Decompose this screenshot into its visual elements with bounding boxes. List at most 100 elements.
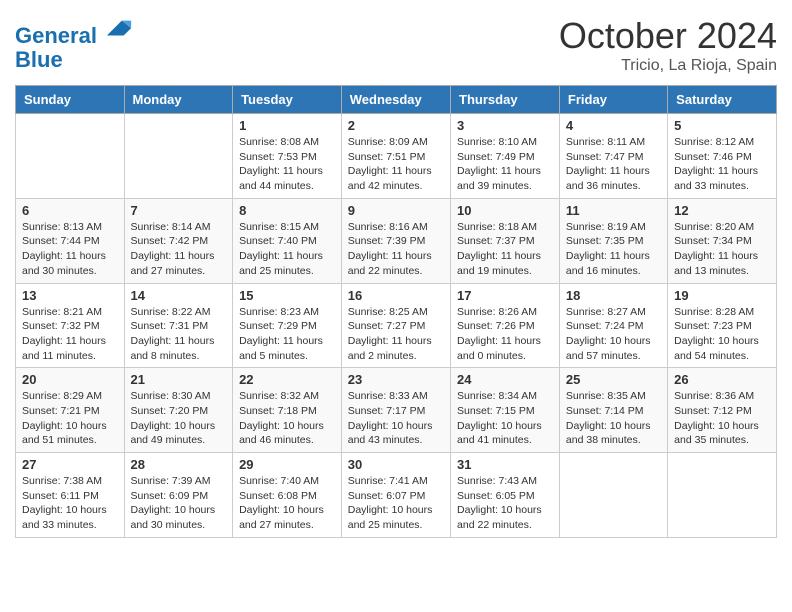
calendar-cell: 21 Sunrise: 8:30 AM Sunset: 7:20 PM Dayli… [124,368,233,453]
calendar-cell: 3 Sunrise: 8:10 AM Sunset: 7:49 PM Daylig… [451,114,560,199]
day-number: 19 [674,288,770,303]
day-info: Sunrise: 8:32 AM Sunset: 7:18 PM Dayligh… [239,389,335,448]
day-number: 1 [239,118,335,133]
day-info: Sunrise: 8:10 AM Sunset: 7:49 PM Dayligh… [457,135,553,194]
calendar-cell: 7 Sunrise: 8:14 AM Sunset: 7:42 PM Daylig… [124,198,233,283]
calendar-cell: 8 Sunrise: 8:15 AM Sunset: 7:40 PM Daylig… [233,198,342,283]
day-info: Sunrise: 8:18 AM Sunset: 7:37 PM Dayligh… [457,220,553,279]
calendar-cell: 30 Sunrise: 7:41 AM Sunset: 6:07 PM Dayli… [341,453,450,538]
day-number: 9 [348,203,444,218]
weekday-friday: Friday [559,86,667,114]
day-number: 7 [131,203,227,218]
day-number: 10 [457,203,553,218]
calendar-week-4: 27 Sunrise: 7:38 AM Sunset: 6:11 PM Dayli… [16,453,777,538]
logo-icon [105,15,133,43]
day-info: Sunrise: 8:09 AM Sunset: 7:51 PM Dayligh… [348,135,444,194]
logo-blue: Blue [15,47,63,72]
calendar-cell: 6Sunrise: 8:13 AM Sunset: 7:44 PM Daylig… [16,198,125,283]
day-number: 30 [348,457,444,472]
calendar-cell: 13 Sunrise: 8:21 AM Sunset: 7:32 PM Dayli… [16,283,125,368]
day-info: Sunrise: 8:33 AM Sunset: 7:17 PM Dayligh… [348,389,444,448]
day-info: Sunrise: 7:40 AM Sunset: 6:08 PM Dayligh… [239,474,335,533]
day-info: Sunrise: 8:27 AM Sunset: 7:24 PM Dayligh… [566,305,661,364]
calendar-cell: 18Sunrise: 8:27 AM Sunset: 7:24 PM Dayli… [559,283,667,368]
calendar-week-2: 13 Sunrise: 8:21 AM Sunset: 7:32 PM Dayli… [16,283,777,368]
calendar-week-0: 1 Sunrise: 8:08 AM Sunset: 7:53 PM Daylig… [16,114,777,199]
day-info: Sunrise: 8:30 AM Sunset: 7:20 PM Dayligh… [131,389,227,448]
day-number: 12 [674,203,770,218]
day-number: 13 [22,288,118,303]
day-info: Sunrise: 8:28 AM Sunset: 7:23 PM Dayligh… [674,305,770,364]
calendar-cell: 27 Sunrise: 7:38 AM Sunset: 6:11 PM Dayli… [16,453,125,538]
day-number: 17 [457,288,553,303]
day-info: Sunrise: 8:21 AM Sunset: 7:32 PM Dayligh… [22,305,118,364]
day-number: 31 [457,457,553,472]
calendar-cell: 29Sunrise: 7:40 AM Sunset: 6:08 PM Dayli… [233,453,342,538]
day-info: Sunrise: 7:39 AM Sunset: 6:09 PM Dayligh… [131,474,227,533]
day-number: 3 [457,118,553,133]
day-number: 25 [566,372,661,387]
title-section: October 2024 Tricio, La Rioja, Spain [559,15,777,75]
calendar-cell: 16 Sunrise: 8:25 AM Sunset: 7:27 PM Dayli… [341,283,450,368]
day-number: 4 [566,118,661,133]
calendar-cell: 20 Sunrise: 8:29 AM Sunset: 7:21 PM Dayli… [16,368,125,453]
day-info: Sunrise: 8:26 AM Sunset: 7:26 PM Dayligh… [457,305,553,364]
logo-general: General [15,23,97,48]
day-number: 11 [566,203,661,218]
day-number: 8 [239,203,335,218]
day-number: 28 [131,457,227,472]
location-title: Tricio, La Rioja, Spain [559,57,777,75]
calendar-cell [668,453,777,538]
calendar-cell: 19 Sunrise: 8:28 AM Sunset: 7:23 PM Dayli… [668,283,777,368]
weekday-tuesday: Tuesday [233,86,342,114]
weekday-header-row: SundayMondayTuesdayWednesdayThursdayFrid… [16,86,777,114]
day-info: Sunrise: 7:43 AM Sunset: 6:05 PM Dayligh… [457,474,553,533]
day-info: Sunrise: 8:16 AM Sunset: 7:39 PM Dayligh… [348,220,444,279]
calendar-cell: 1 Sunrise: 8:08 AM Sunset: 7:53 PM Daylig… [233,114,342,199]
day-number: 16 [348,288,444,303]
day-info: Sunrise: 8:08 AM Sunset: 7:53 PM Dayligh… [239,135,335,194]
day-number: 24 [457,372,553,387]
day-info: Sunrise: 8:11 AM Sunset: 7:47 PM Dayligh… [566,135,661,194]
calendar-cell: 17 Sunrise: 8:26 AM Sunset: 7:26 PM Dayli… [451,283,560,368]
calendar-cell: 14 Sunrise: 8:22 AM Sunset: 7:31 PM Dayli… [124,283,233,368]
weekday-monday: Monday [124,86,233,114]
day-number: 20 [22,372,118,387]
day-info: Sunrise: 8:29 AM Sunset: 7:21 PM Dayligh… [22,389,118,448]
day-info: Sunrise: 7:41 AM Sunset: 6:07 PM Dayligh… [348,474,444,533]
calendar-cell: 5 Sunrise: 8:12 AM Sunset: 7:46 PM Daylig… [668,114,777,199]
calendar-cell: 11 Sunrise: 8:19 AM Sunset: 7:35 PM Dayli… [559,198,667,283]
calendar-cell: 12Sunrise: 8:20 AM Sunset: 7:34 PM Dayli… [668,198,777,283]
day-info: Sunrise: 8:12 AM Sunset: 7:46 PM Dayligh… [674,135,770,194]
calendar-cell: 4 Sunrise: 8:11 AM Sunset: 7:47 PM Daylig… [559,114,667,199]
day-info: Sunrise: 7:38 AM Sunset: 6:11 PM Dayligh… [22,474,118,533]
calendar-cell: 26Sunrise: 8:36 AM Sunset: 7:12 PM Dayli… [668,368,777,453]
day-info: Sunrise: 8:35 AM Sunset: 7:14 PM Dayligh… [566,389,661,448]
calendar-cell: 15 Sunrise: 8:23 AM Sunset: 7:29 PM Dayli… [233,283,342,368]
calendar-cell: 10 Sunrise: 8:18 AM Sunset: 7:37 PM Dayli… [451,198,560,283]
day-number: 23 [348,372,444,387]
day-number: 27 [22,457,118,472]
day-number: 22 [239,372,335,387]
day-number: 21 [131,372,227,387]
calendar-cell: 24Sunrise: 8:34 AM Sunset: 7:15 PM Dayli… [451,368,560,453]
day-number: 14 [131,288,227,303]
calendar-week-3: 20 Sunrise: 8:29 AM Sunset: 7:21 PM Dayli… [16,368,777,453]
calendar-cell: 22 Sunrise: 8:32 AM Sunset: 7:18 PM Dayli… [233,368,342,453]
weekday-thursday: Thursday [451,86,560,114]
day-info: Sunrise: 8:14 AM Sunset: 7:42 PM Dayligh… [131,220,227,279]
day-info: Sunrise: 8:23 AM Sunset: 7:29 PM Dayligh… [239,305,335,364]
calendar-table: SundayMondayTuesdayWednesdayThursdayFrid… [15,85,777,538]
day-number: 15 [239,288,335,303]
day-number: 5 [674,118,770,133]
day-info: Sunrise: 8:36 AM Sunset: 7:12 PM Dayligh… [674,389,770,448]
day-info: Sunrise: 8:19 AM Sunset: 7:35 PM Dayligh… [566,220,661,279]
weekday-saturday: Saturday [668,86,777,114]
month-title: October 2024 [559,15,777,57]
calendar-cell [16,114,125,199]
calendar-cell: 2Sunrise: 8:09 AM Sunset: 7:51 PM Daylig… [341,114,450,199]
day-info: Sunrise: 8:15 AM Sunset: 7:40 PM Dayligh… [239,220,335,279]
day-info: Sunrise: 8:22 AM Sunset: 7:31 PM Dayligh… [131,305,227,364]
day-info: Sunrise: 8:25 AM Sunset: 7:27 PM Dayligh… [348,305,444,364]
calendar-cell: 31 Sunrise: 7:43 AM Sunset: 6:05 PM Dayli… [451,453,560,538]
